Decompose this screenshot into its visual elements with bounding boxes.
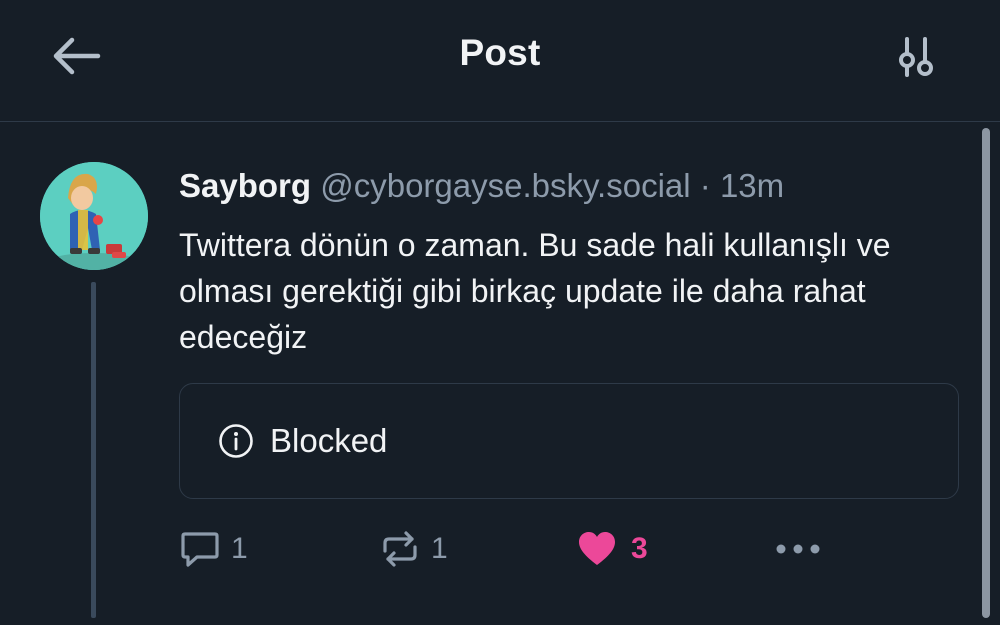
post-timestamp[interactable]: 13m (720, 167, 784, 204)
post-actions: 1 1 3 (179, 526, 839, 572)
embed-label: Blocked (270, 422, 388, 459)
sliders-icon (899, 37, 933, 77)
thread-settings-button[interactable] (890, 32, 942, 82)
like-button[interactable]: 3 (577, 526, 648, 572)
more-horizontal-icon (776, 544, 820, 554)
blocked-embed: Blocked (179, 383, 959, 499)
info-icon-wrap (218, 423, 254, 459)
heart-filled-icon (579, 532, 615, 565)
repost-button[interactable]: 1 (379, 526, 448, 572)
page-title: Post (459, 32, 541, 73)
scrollbar[interactable] (982, 128, 990, 618)
like-count: 3 (631, 532, 648, 565)
reply-icon (181, 532, 219, 567)
post-screen: Post Sayborg @cyborgayse.bsky.social · 1… (0, 0, 1000, 625)
thread-line (91, 282, 96, 618)
post-text: Twittera dönün o zaman. Bu sade hali kul… (179, 227, 891, 355)
post-meta: Sayborg @cyborgayse.bsky.social · 13m (179, 166, 784, 206)
meta-separator: · (699, 167, 711, 204)
top-bar: Post (0, 0, 1000, 122)
reply-count: 1 (231, 532, 248, 565)
avatar[interactable] (40, 162, 148, 270)
avatar-illustration (40, 162, 148, 270)
reply-button[interactable]: 1 (179, 526, 248, 572)
info-icon (219, 424, 253, 458)
repost-icon (383, 531, 417, 567)
repost-count: 1 (431, 532, 448, 565)
more-options-button[interactable] (775, 526, 821, 572)
author-name[interactable]: Sayborg (179, 167, 311, 204)
author-handle[interactable]: @cyborgayse.bsky.social (320, 167, 690, 204)
